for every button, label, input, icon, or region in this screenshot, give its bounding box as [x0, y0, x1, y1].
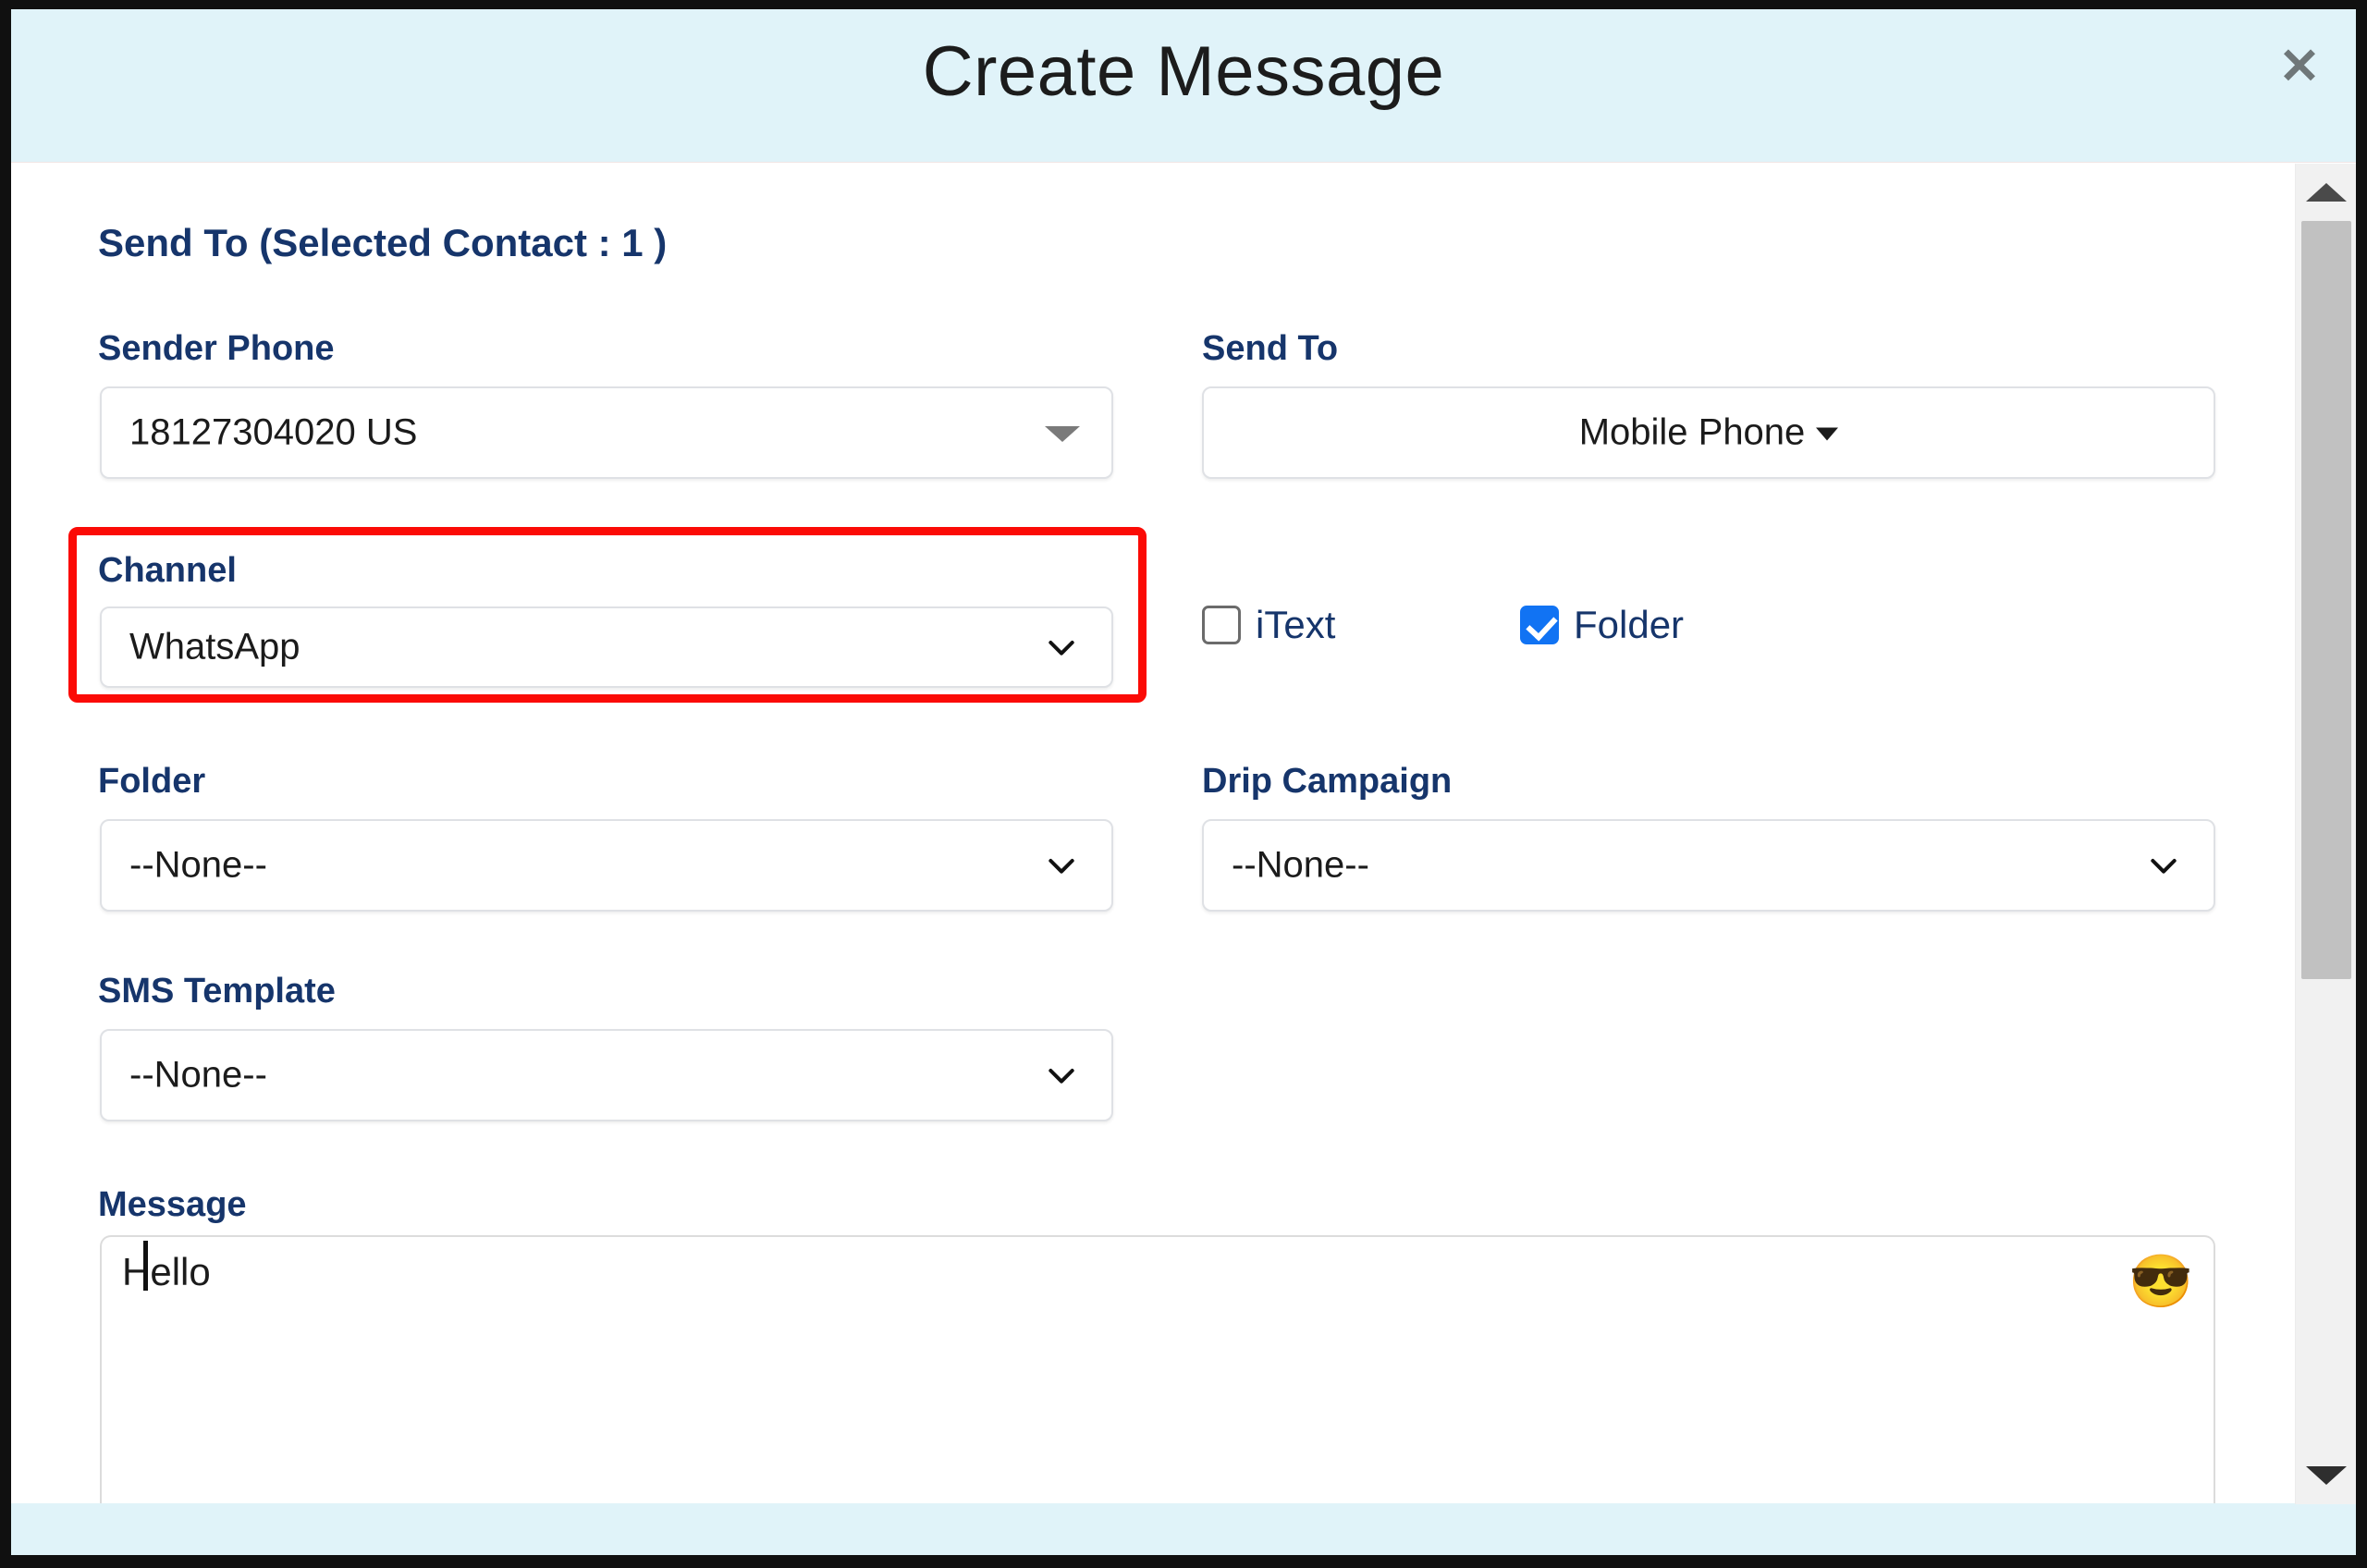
chevron-down-icon: [1043, 629, 1080, 666]
folder-select[interactable]: --None--: [100, 819, 1113, 912]
triangle-down-icon: [1045, 426, 1080, 442]
page-title: Create Message: [922, 32, 1445, 111]
drip-campaign-select[interactable]: --None--: [1202, 819, 2215, 912]
drip-campaign-label: Drip Campaign: [1202, 762, 1453, 801]
close-icon[interactable]: ✕: [2269, 39, 2330, 100]
sender-phone-value: 18127304020 US: [129, 411, 418, 453]
scrollbar-track[interactable]: [2296, 221, 2356, 1447]
scroll-down-arrow-icon[interactable]: [2296, 1447, 2356, 1504]
folder-checkbox[interactable]: [1520, 606, 1559, 644]
sender-phone-select[interactable]: 18127304020 US: [100, 386, 1113, 479]
create-message-modal: Create Message ✕ Send To (Selected Conta…: [11, 9, 2356, 1555]
modal-header: Create Message ✕: [11, 9, 2356, 163]
folder-checkbox-label: Folder: [1574, 603, 1685, 646]
sms-template-select[interactable]: --None--: [100, 1029, 1113, 1121]
chevron-down-icon: [1043, 1057, 1080, 1094]
selected-contact-summary: Send To (Selected Contact : 1 ): [98, 221, 668, 264]
folder-label: Folder: [98, 762, 206, 801]
folder-value: --None--: [129, 844, 267, 886]
scroll-up-arrow-icon[interactable]: [2296, 164, 2356, 221]
triangle-up-glyph: [2306, 183, 2347, 202]
modal-body: Send To (Selected Contact : 1 ) Sender P…: [11, 163, 2295, 1503]
scrollbar-thumb[interactable]: [2301, 221, 2351, 979]
caret-down-icon: [1816, 427, 1839, 441]
sms-template-value: --None--: [129, 1054, 267, 1096]
send-to-label: Send To: [1202, 329, 1339, 368]
channel-label: Channel: [98, 551, 237, 590]
screenshot-frame: Create Message ✕ Send To (Selected Conta…: [0, 0, 2367, 1568]
send-to-value-wrap: Mobile Phone: [1204, 412, 2214, 454]
text-caret: [143, 1241, 148, 1291]
message-text-value: Hello: [122, 1250, 222, 1293]
message-label: Message: [98, 1185, 247, 1224]
itext-checkbox-label: iText: [1256, 603, 1336, 646]
send-to-select[interactable]: Mobile Phone: [1202, 386, 2215, 479]
itext-checkbox-row[interactable]: iText: [1202, 603, 1335, 647]
channel-value: WhatsApp: [129, 626, 300, 668]
sms-template-label: SMS Template: [98, 972, 336, 1011]
itext-checkbox[interactable]: [1202, 606, 1241, 644]
vertical-scrollbar[interactable]: [2295, 164, 2356, 1504]
sunglasses-smiley-icon[interactable]: 😎: [2128, 1256, 2193, 1307]
sender-phone-label: Sender Phone: [98, 329, 335, 368]
message-textarea[interactable]: Hello 😎: [100, 1235, 2215, 1503]
modal-footer: [11, 1503, 2356, 1555]
triangle-down-glyph: [2306, 1466, 2347, 1485]
chevron-down-icon: [1043, 847, 1080, 884]
folder-checkbox-row[interactable]: Folder: [1520, 603, 1684, 647]
drip-campaign-value: --None--: [1232, 844, 1369, 886]
channel-select[interactable]: WhatsApp: [100, 606, 1113, 688]
send-to-value: Mobile Phone: [1578, 411, 1806, 453]
chevron-down-icon: [2145, 847, 2182, 884]
